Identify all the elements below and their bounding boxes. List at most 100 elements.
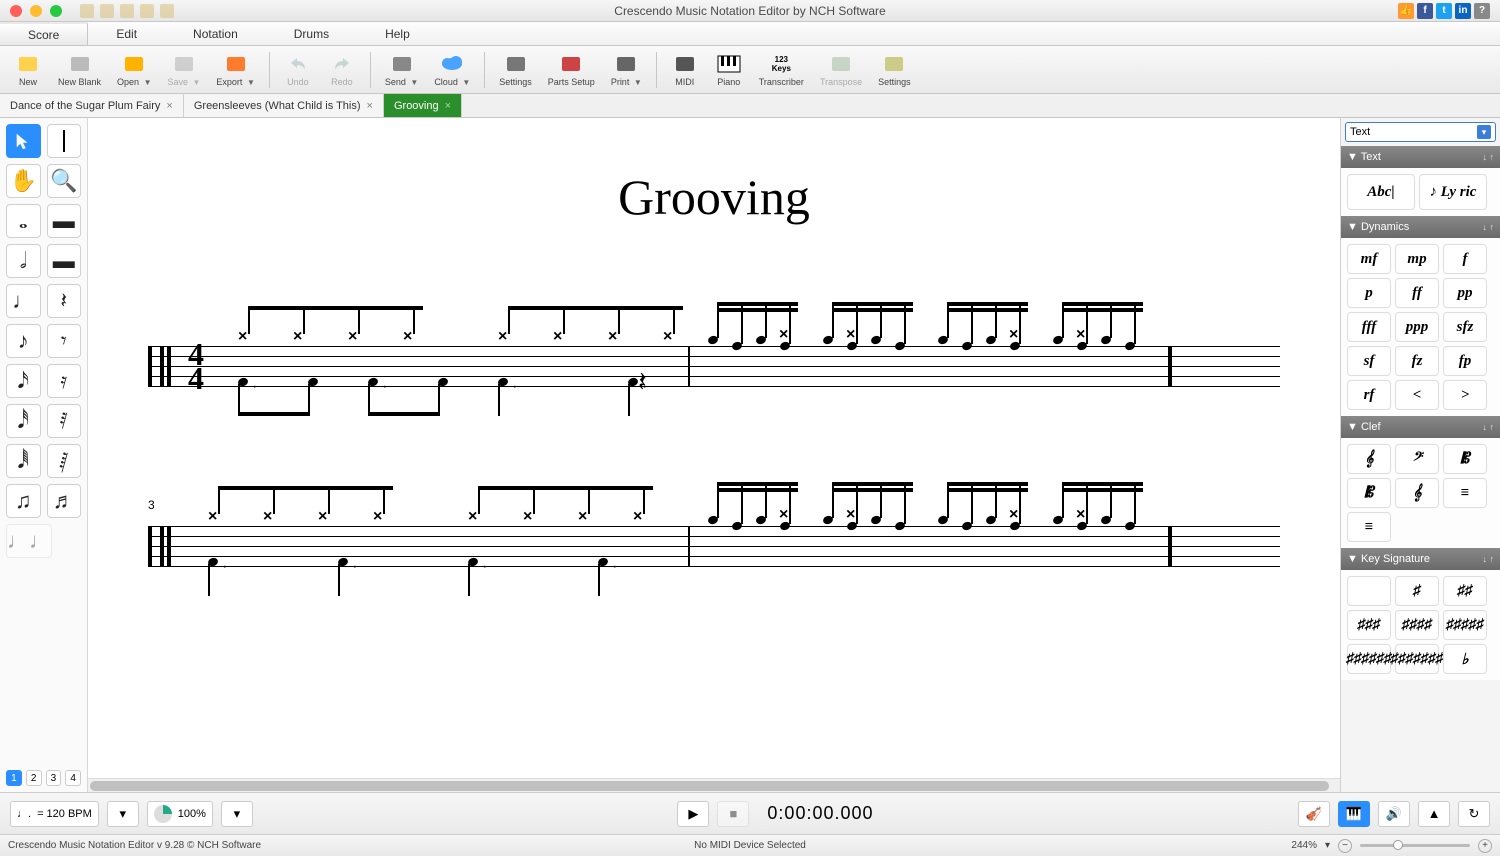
social-icon[interactable]: 👍: [1398, 3, 1414, 19]
toolbar-parts-setup[interactable]: Parts Setup: [540, 51, 603, 89]
thirtysecond-note-tool[interactable]: 𝅘𝅥𝅰: [6, 404, 41, 438]
tempo-dropdown[interactable]: ▾: [107, 801, 139, 827]
qa-icon[interactable]: [160, 4, 174, 18]
zoom-in-button[interactable]: +: [1478, 839, 1492, 853]
close-tab-icon[interactable]: ×: [445, 100, 451, 112]
h-scrollbar[interactable]: [88, 778, 1340, 792]
palette-chip[interactable]: p: [1347, 278, 1391, 308]
doc-tab[interactable]: Dance of the Sugar Plum Fairy×: [0, 94, 184, 117]
eighth-rest-tool[interactable]: 𝄾: [47, 324, 82, 358]
menu-help[interactable]: Help: [357, 22, 438, 45]
toolbar-undo[interactable]: Undo: [276, 51, 320, 89]
toolbar-new[interactable]: New: [6, 51, 50, 89]
palette-chip[interactable]: fz: [1395, 346, 1439, 376]
toolbar-export[interactable]: Export ▼: [208, 51, 262, 89]
menu-edit[interactable]: Edit: [88, 22, 165, 45]
qa-icon[interactable]: [100, 4, 114, 18]
menu-notation[interactable]: Notation: [165, 22, 266, 45]
social-icon[interactable]: in: [1455, 3, 1471, 19]
zoom-window[interactable]: [50, 5, 62, 17]
minimize-window[interactable]: [30, 5, 42, 17]
sixteenth-note-tool[interactable]: 𝅘𝅥𝅯: [6, 364, 41, 398]
score-canvas[interactable]: Grooving 44××××××××××××····𝄽3×××××××××××…: [88, 118, 1340, 778]
palette-chip[interactable]: mf: [1347, 244, 1391, 274]
doc-tab[interactable]: Grooving×: [384, 94, 462, 117]
qa-icon[interactable]: [120, 4, 134, 18]
toolbar-settings[interactable]: Settings: [870, 51, 919, 89]
palette-chip[interactable]: ♭: [1443, 644, 1487, 674]
palette-chip[interactable]: 𝄡: [1347, 478, 1391, 508]
palette-chip[interactable]: 𝄞: [1347, 444, 1391, 474]
eighth-note-tool[interactable]: ♪: [6, 324, 41, 358]
beam-tool-1[interactable]: ♫: [6, 484, 41, 518]
palette-chip[interactable]: rf: [1347, 380, 1391, 410]
stop-button[interactable]: ■: [717, 801, 749, 827]
palette-chip[interactable]: ♯♯♯♯: [1395, 610, 1439, 640]
sixtyfourth-rest-tool[interactable]: 𝅁: [47, 444, 82, 478]
doc-tab[interactable]: Greensleeves (What Child is This)×: [184, 94, 384, 117]
panel-header[interactable]: ▼ Key Signature↓ ↑: [1341, 548, 1500, 570]
instrument-btn-3[interactable]: 🔊: [1378, 801, 1410, 827]
palette-chip[interactable]: [1347, 576, 1391, 606]
palette-chip[interactable]: ♯♯♯♯♯: [1443, 610, 1487, 640]
menu-score[interactable]: Score: [0, 22, 88, 45]
palette-chip[interactable]: ppp: [1395, 312, 1439, 342]
inspector-selector[interactable]: Text ▾: [1345, 122, 1496, 142]
palette-page[interactable]: 1: [6, 770, 22, 786]
pointer-tool[interactable]: [6, 124, 41, 158]
palette-chip[interactable]: fp: [1443, 346, 1487, 376]
palette-chip[interactable]: ≡: [1443, 478, 1487, 508]
toolbar-redo[interactable]: Redo: [320, 51, 364, 89]
qa-icon[interactable]: [80, 4, 94, 18]
quarter-note-tool[interactable]: ♩: [6, 284, 41, 318]
zoom-out-button[interactable]: −: [1338, 839, 1352, 853]
palette-chip[interactable]: mp: [1395, 244, 1439, 274]
panel-header[interactable]: ▼ Text↓ ↑: [1341, 146, 1500, 168]
hand-tool[interactable]: ✋: [6, 164, 41, 198]
staff[interactable]: 3××××××××××××····: [148, 486, 1280, 606]
qa-icon[interactable]: [140, 4, 154, 18]
toolbar-settings[interactable]: Settings: [491, 51, 540, 89]
barline-tool[interactable]: [47, 124, 82, 158]
staff[interactable]: 44××××××××××××····𝄽: [148, 306, 1280, 426]
panel-header[interactable]: ▼ Dynamics↓ ↑: [1341, 216, 1500, 238]
palette-chip[interactable]: ≡: [1347, 512, 1391, 542]
close-tab-icon[interactable]: ×: [367, 100, 373, 112]
beam-tool-2[interactable]: ♬: [47, 484, 82, 518]
toolbar-save[interactable]: Save ▼: [159, 51, 208, 89]
volume-field[interactable]: 100%: [147, 801, 213, 827]
palette-chip[interactable]: ♯♯♯: [1347, 610, 1391, 640]
close-window[interactable]: [10, 5, 22, 17]
sixtyfourth-note-tool[interactable]: 𝅘𝅥𝅱: [6, 444, 41, 478]
social-icon[interactable]: t: [1436, 3, 1452, 19]
palette-chip[interactable]: ♯♯♯♯♯♯: [1347, 644, 1391, 674]
palette-chip[interactable]: ♯: [1395, 576, 1439, 606]
palette-chip[interactable]: 𝄢: [1395, 444, 1439, 474]
panel-header[interactable]: ▼ Clef↓ ↑: [1341, 416, 1500, 438]
half-note-tool[interactable]: 𝅗𝅥: [6, 244, 41, 278]
thirtysecond-rest-tool[interactable]: 𝅀: [47, 404, 82, 438]
palette-chip[interactable]: pp: [1443, 278, 1487, 308]
toolbar-midi[interactable]: MIDI: [663, 51, 707, 89]
palette-chip[interactable]: fff: [1347, 312, 1391, 342]
toolbar-transcriber[interactable]: 123KeysTranscriber: [751, 51, 812, 89]
palette-page[interactable]: 4: [65, 770, 81, 786]
palette-chip[interactable]: 𝄞: [1395, 478, 1439, 508]
toolbar-print[interactable]: Print ▼: [603, 51, 650, 89]
sixteenth-rest-tool[interactable]: 𝄿: [47, 364, 82, 398]
instrument-btn-1[interactable]: 🎻: [1298, 801, 1330, 827]
social-icon[interactable]: f: [1417, 3, 1433, 19]
quarter-rest-tool[interactable]: 𝄽: [47, 284, 82, 318]
palette-chip[interactable]: ♯♯♯♯♯♯♯: [1395, 644, 1439, 674]
zoom-dropdown[interactable]: ▾: [1325, 840, 1330, 851]
toolbar-transpose[interactable]: Transpose: [812, 51, 870, 89]
palette-page[interactable]: 2: [26, 770, 42, 786]
toolbar-cloud[interactable]: Cloud ▼: [426, 51, 478, 89]
menu-drums[interactable]: Drums: [266, 22, 357, 45]
metronome-btn[interactable]: ▲: [1418, 801, 1450, 827]
palette-chip[interactable]: ♪ Ly ric: [1419, 174, 1487, 210]
palette-chip[interactable]: 𝄡: [1443, 444, 1487, 474]
whole-rest-tool[interactable]: ▬: [47, 204, 82, 238]
tie-tool[interactable]: ♩♩: [6, 524, 52, 558]
zoom-slider[interactable]: [1360, 844, 1470, 847]
